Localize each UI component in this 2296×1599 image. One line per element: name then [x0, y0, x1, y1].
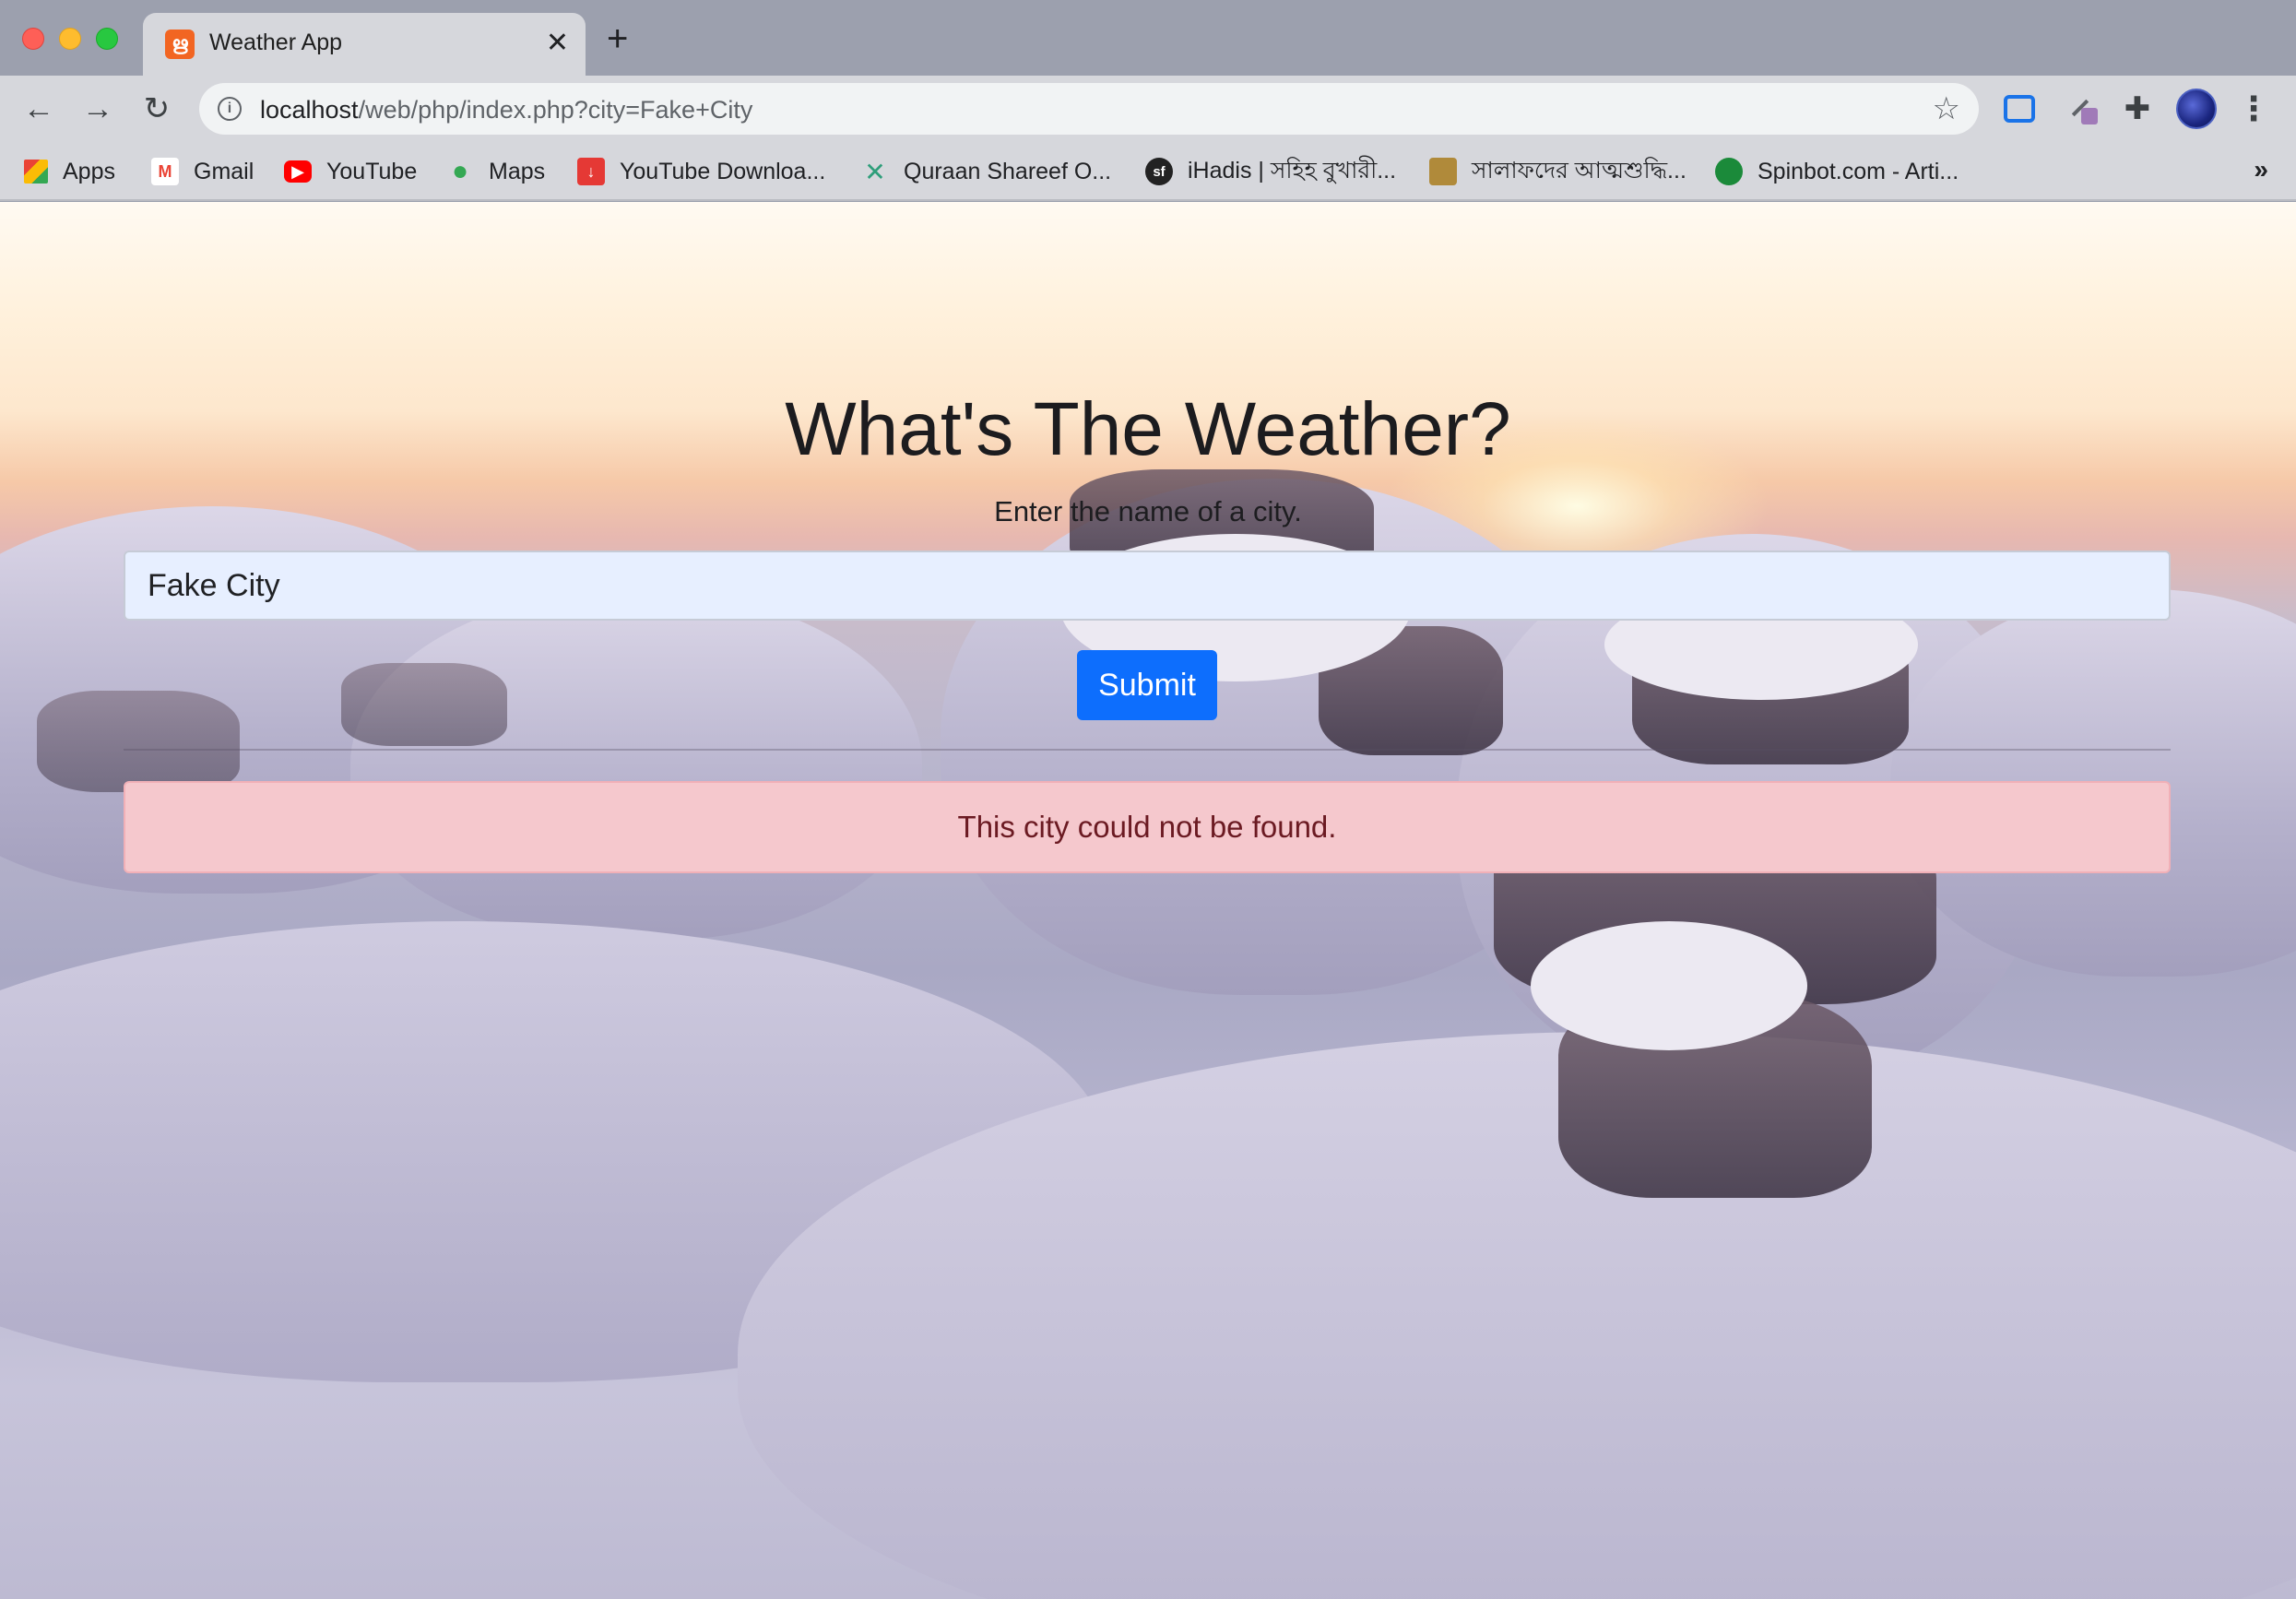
extensions-puzzle-icon[interactable]: ✚ — [2115, 87, 2160, 131]
page-viewport: What's The Weather? Enter the name of a … — [0, 202, 2296, 1599]
back-arrow-icon[interactable]: ← — [17, 87, 61, 131]
more-bookmarks-chevron-icon[interactable]: » — [2254, 155, 2268, 184]
apps-grid-icon — [24, 160, 48, 184]
youtube-icon: ▶ — [284, 160, 312, 183]
error-alert: This city could not be found. — [124, 781, 2171, 873]
bookmark-quraan[interactable]: ✕ Quraan Shareef O... — [861, 151, 1111, 192]
bookmark-youtube-downloader[interactable]: ↓ YouTube Downloa... — [577, 151, 825, 192]
tab-close-icon[interactable]: ✕ — [546, 26, 569, 61]
maps-pin-icon: ● — [451, 156, 469, 186]
bookmark-label: Maps — [489, 158, 546, 184]
divider — [124, 749, 2171, 751]
pen-extension-icon[interactable] — [2060, 87, 2104, 131]
xampp-favicon-icon: ഋ — [165, 30, 195, 59]
url-host: localhost — [260, 96, 359, 124]
tab-weather-app[interactable]: ഋ Weather App ✕ — [143, 13, 586, 76]
bookmark-spinbot[interactable]: Spinbot.com - Arti... — [1715, 151, 1959, 192]
book-icon — [1429, 158, 1457, 185]
bookmark-label: Spinbot.com - Arti... — [1758, 158, 1959, 184]
page-title: What's The Weather? — [785, 387, 1511, 471]
bookmark-youtube[interactable]: ▶ YouTube — [284, 151, 417, 192]
bookmark-maps[interactable]: ● Maps — [446, 151, 545, 192]
profile-avatar[interactable] — [2174, 87, 2219, 131]
browser-toolbar: ← → ↻ i localhost/web/php/index.php?city… — [0, 76, 2296, 142]
page-subtitle: Enter the name of a city. — [994, 495, 1302, 527]
address-url[interactable]: localhost/web/php/index.php?city=Fake+Ci… — [260, 96, 752, 124]
spinbot-icon — [1715, 158, 1743, 185]
download-icon: ↓ — [577, 158, 605, 185]
maximize-window-button[interactable] — [96, 28, 118, 50]
bookmark-apps[interactable]: Apps — [24, 151, 115, 192]
bookmark-label: Gmail — [194, 158, 254, 184]
error-message: This city could not be found. — [957, 810, 1337, 844]
browser-menu-icon[interactable]: ⋮ — [2231, 87, 2276, 131]
tv-extension-icon[interactable] — [1997, 87, 2042, 131]
url-path: /web/php/index.php?city=Fake+City — [358, 96, 753, 124]
city-input[interactable] — [124, 551, 2171, 621]
bookmark-label: YouTube Downloa... — [620, 158, 826, 184]
bookmark-gmail[interactable]: M Gmail — [151, 151, 254, 192]
submit-button[interactable]: Submit — [1077, 650, 1217, 720]
bookmark-ihadis[interactable]: sf iHadis | সহিহ বুখারী... — [1145, 151, 1396, 192]
address-bar[interactable]: i localhost/web/php/index.php?city=Fake+… — [199, 83, 1979, 135]
bookmark-label: iHadis | সহিহ বুখারী... — [1188, 157, 1397, 184]
site-info-icon[interactable]: i — [218, 97, 242, 121]
bookmarks-bar: Apps M Gmail ▶ YouTube ● Maps ↓ YouTube … — [0, 142, 2296, 201]
sf-logo-icon: sf — [1145, 158, 1173, 185]
browser-titlebar: ഋ Weather App ✕ + — [0, 0, 2296, 76]
bookmark-label: Apps — [63, 158, 115, 184]
new-tab-button[interactable]: + — [607, 20, 628, 57]
close-window-button[interactable] — [22, 28, 44, 50]
minimize-window-button[interactable] — [59, 28, 81, 50]
bookmark-star-icon[interactable]: ☆ — [1933, 90, 1960, 127]
bookmark-label: YouTube — [326, 158, 418, 184]
forward-arrow-icon[interactable]: → — [76, 87, 120, 131]
reload-icon[interactable]: ↻ — [135, 87, 179, 131]
gmail-icon: M — [151, 158, 179, 185]
bookmark-salafder[interactable]: সালাফদের আত্মশুদ্ধি... — [1429, 151, 1686, 192]
tab-title: Weather App — [209, 30, 343, 55]
bird-icon: ✕ — [864, 157, 886, 186]
bookmark-label: Quraan Shareef O... — [904, 158, 1112, 184]
bookmark-label: সালাফদের আত্মশুদ্ধি... — [1472, 157, 1686, 184]
